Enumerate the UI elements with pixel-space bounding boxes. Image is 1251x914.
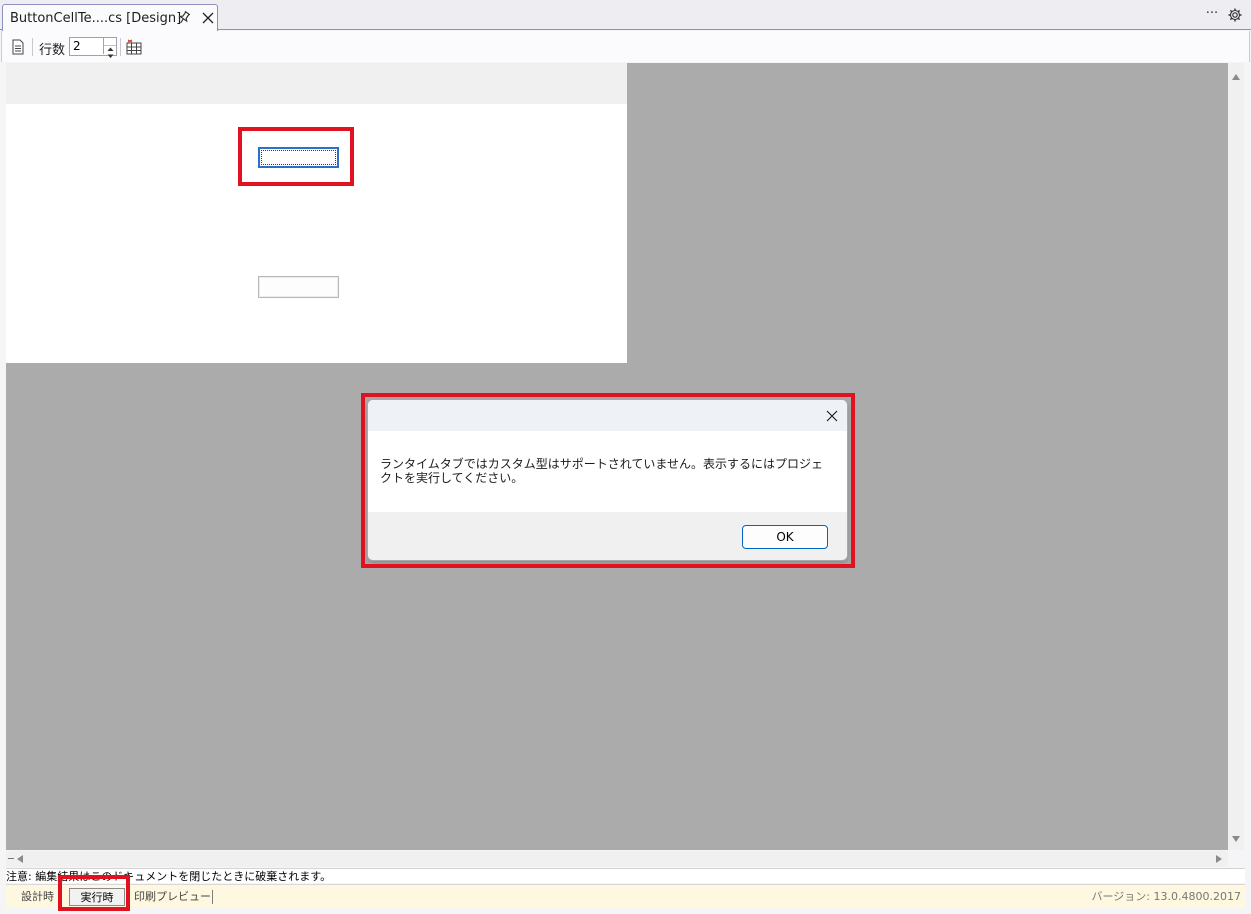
scroll-up-icon[interactable] <box>1232 74 1240 80</box>
more-options-icon[interactable]: ··· <box>1204 7 1220 23</box>
designer-window: ButtonCellTe....cs [Design] ··· 行数 2 注意:… <box>0 0 1251 914</box>
rows-value[interactable]: 2 <box>73 39 81 53</box>
scroll-splitter-icon[interactable] <box>8 858 14 859</box>
designer-toolbar: 行数 2 <box>1 31 1250 62</box>
view-tab-bar: 設計時 実行時 印刷プレビュー バージョン: 13.0.4800.2017 <box>6 884 1245 908</box>
dialog-footer: OK <box>368 512 847 560</box>
scroll-right-icon[interactable] <box>1216 855 1222 863</box>
document-tab-bar: ButtonCellTe....cs [Design] ··· <box>0 0 1251 31</box>
toolbar-divider <box>32 38 33 56</box>
rows-label: 行数 <box>39 43 66 58</box>
tab-runtime[interactable]: 実行時 <box>69 888 125 906</box>
close-icon[interactable] <box>825 408 839 422</box>
stepper-down-icon[interactable] <box>103 46 116 58</box>
toolbar-divider <box>120 38 121 56</box>
scroll-left-icon[interactable] <box>17 855 23 863</box>
tab-print-preview[interactable]: 印刷プレビュー <box>134 888 211 906</box>
table-layout-icon[interactable] <box>126 39 142 55</box>
spreadsheet-preview[interactable] <box>6 63 627 363</box>
document-tab[interactable]: ButtonCellTe....cs [Design] <box>2 4 218 31</box>
stepper-up-icon[interactable] <box>103 38 116 51</box>
ok-button[interactable]: OK <box>742 525 828 549</box>
document-tab-title: ButtonCellTe....cs [Design] <box>10 11 182 26</box>
dialog-titlebar <box>368 400 847 431</box>
button-cell-selected[interactable] <box>258 147 339 168</box>
document-properties-icon[interactable] <box>11 39 25 55</box>
column-header-row <box>6 63 627 104</box>
tab-design-time[interactable]: 設計時 <box>21 888 54 906</box>
dialog-message: ランタイムタブではカスタム型はサポートされていません。表示するにはプロジェクトを… <box>380 457 824 485</box>
horizontal-scrollbar[interactable] <box>6 851 1228 867</box>
tab-divider <box>212 890 213 904</box>
close-icon[interactable] <box>201 10 215 26</box>
rows-stepper[interactable]: 2 <box>69 37 117 58</box>
message-dialog: ランタイムタブではカスタム型はサポートされていません。表示するにはプロジェクトを… <box>367 399 848 561</box>
version-label: バージョン: 13.0.4800.2017 <box>1091 890 1241 903</box>
vertical-scrollbar[interactable] <box>1228 63 1244 850</box>
button-cell[interactable] <box>258 276 339 298</box>
pin-icon[interactable] <box>177 10 191 26</box>
discard-notice: 注意: 編集結果はこのドキュメントを閉じたときに破棄されます。 <box>6 868 1245 883</box>
gear-icon[interactable] <box>1227 7 1243 23</box>
scroll-down-icon[interactable] <box>1232 836 1240 842</box>
